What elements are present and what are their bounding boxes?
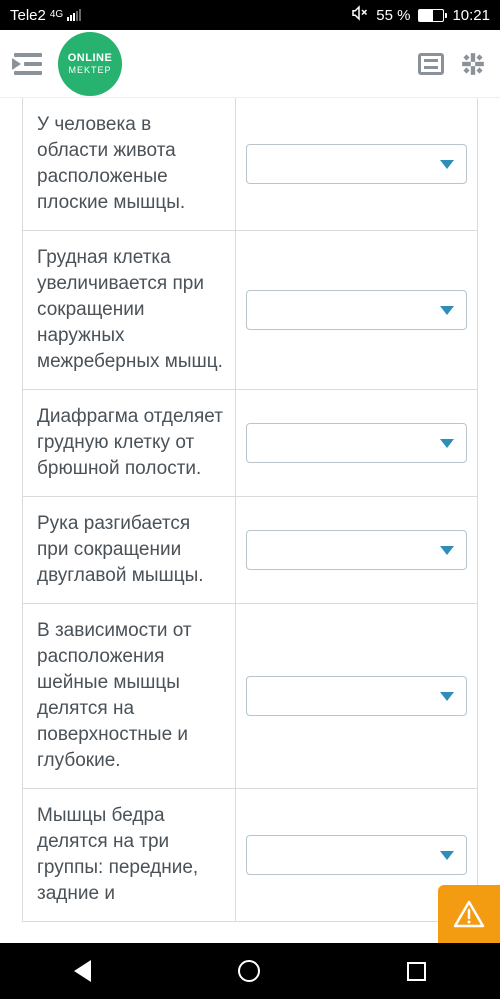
signal-icon <box>67 9 81 21</box>
answer-select[interactable] <box>246 290 467 330</box>
table-row: Диафрагма отделяет грудную клетку от брю… <box>23 389 477 496</box>
answer-select[interactable] <box>246 835 467 875</box>
network-label: 4G <box>50 11 63 19</box>
answer-select[interactable] <box>246 530 467 570</box>
chevron-down-icon <box>440 546 454 555</box>
chevron-down-icon <box>440 851 454 860</box>
content-area: У человека в области живота расположеные… <box>0 98 500 943</box>
table-row: У человека в области живота расположеные… <box>23 98 477 230</box>
list-icon[interactable] <box>418 53 444 75</box>
question-text: У человека в области живота расположеные… <box>23 98 236 230</box>
home-button[interactable] <box>238 960 260 982</box>
question-text: Грудная клетка увеличивается при сокраще… <box>23 231 236 389</box>
table-row: Грудная клетка увеличивается при сокраще… <box>23 230 477 389</box>
battery-icon <box>418 9 444 22</box>
table-row: В зависимости от расположения шейные мыш… <box>23 603 477 788</box>
app-header: ONLINE MEKTEP <box>0 30 500 98</box>
chevron-down-icon <box>440 160 454 169</box>
answer-select[interactable] <box>246 144 467 184</box>
recent-button[interactable] <box>407 962 426 981</box>
chevron-down-icon <box>440 439 454 448</box>
mute-icon <box>350 4 368 26</box>
answer-select[interactable] <box>246 676 467 716</box>
question-text: Рука разгибается при сокращении двуглаво… <box>23 497 236 603</box>
warning-icon <box>453 900 485 928</box>
back-button[interactable] <box>74 960 91 982</box>
status-bar: Tele2 4G 55 % 10:21 <box>0 0 500 30</box>
chevron-down-icon <box>440 306 454 315</box>
question-text: Мышцы бедра делятся на три группы: перед… <box>23 789 236 921</box>
table-row: Рука разгибается при сокращении двуглаво… <box>23 496 477 603</box>
android-nav-bar <box>0 943 500 999</box>
table-row: Мышцы бедра делятся на три группы: перед… <box>23 788 477 921</box>
alert-button[interactable] <box>438 885 500 943</box>
answer-select[interactable] <box>246 423 467 463</box>
question-text: В зависимости от расположения шейные мыш… <box>23 604 236 788</box>
battery-pct: 55 % <box>376 7 410 24</box>
chevron-down-icon <box>440 692 454 701</box>
globe-icon[interactable] <box>460 51 486 77</box>
question-text: Диафрагма отделяет грудную клетку от брю… <box>23 390 236 496</box>
clock: 10:21 <box>452 7 490 24</box>
menu-icon[interactable] <box>14 53 42 75</box>
question-table: У человека в области живота расположеные… <box>22 98 478 922</box>
carrier-label: Tele2 <box>10 7 46 24</box>
logo[interactable]: ONLINE MEKTEP <box>58 32 122 96</box>
